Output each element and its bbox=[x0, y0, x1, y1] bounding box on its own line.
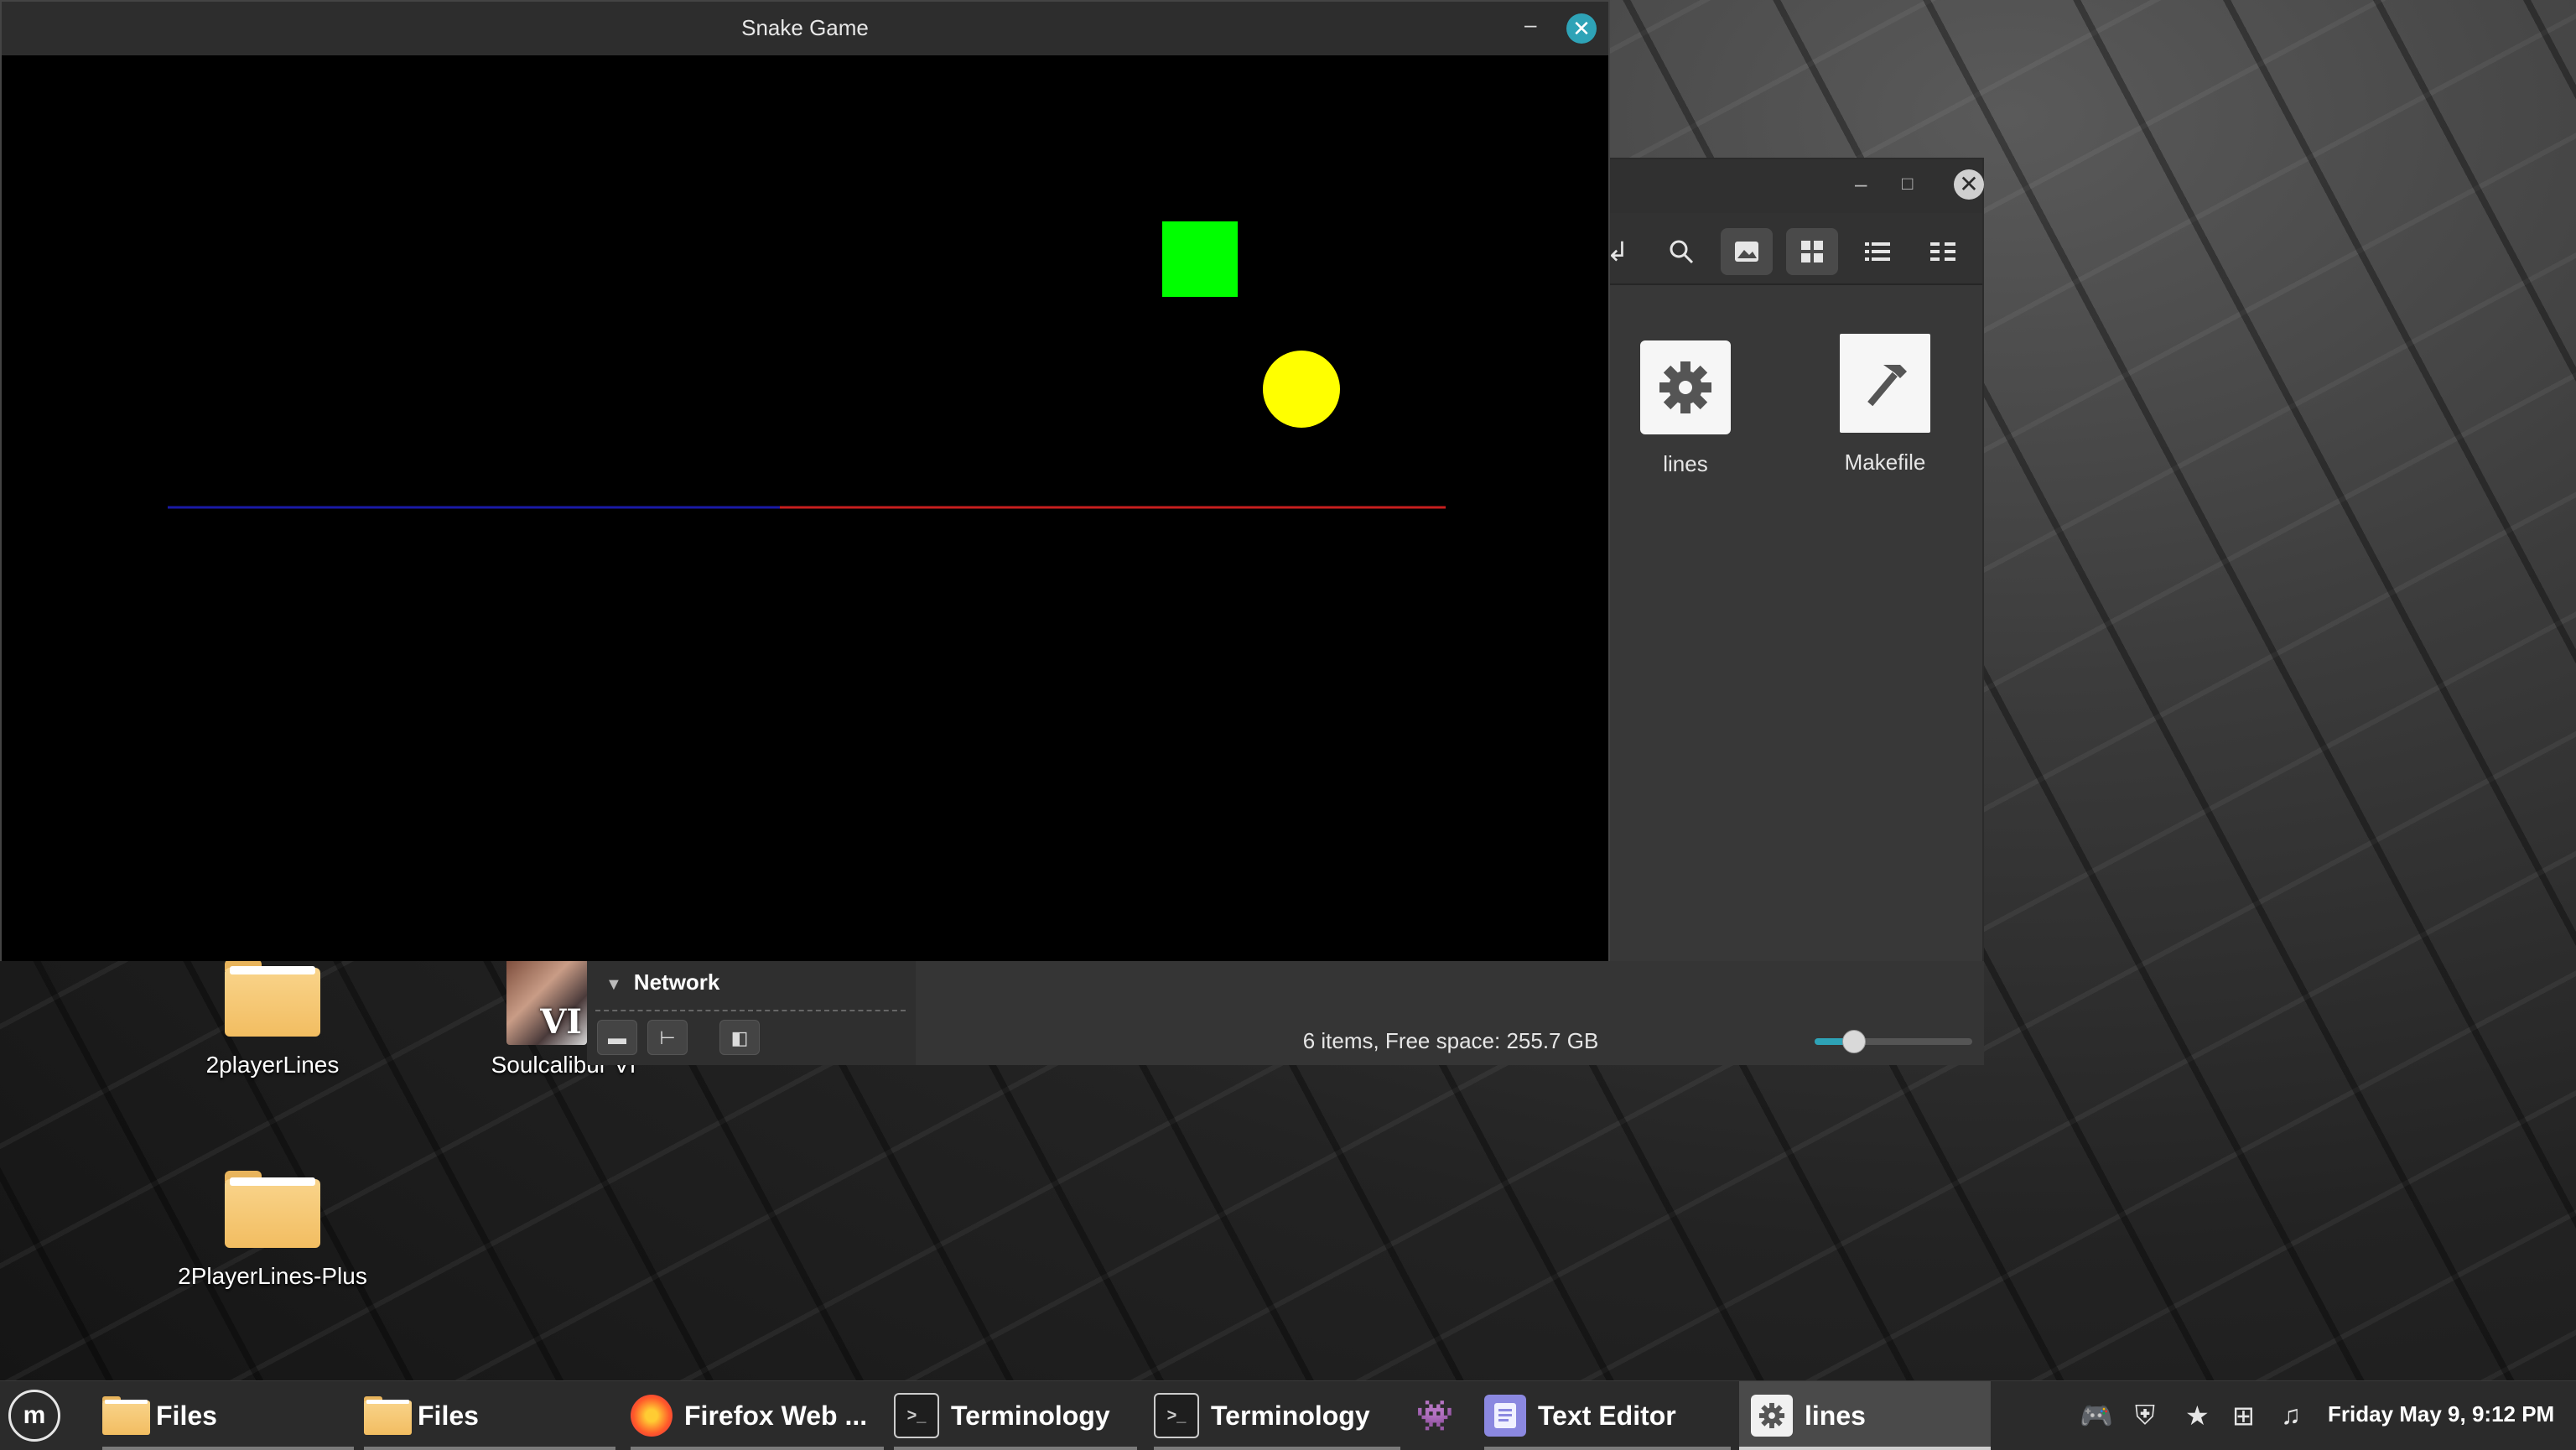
zoom-slider-handle[interactable] bbox=[1842, 1030, 1866, 1053]
folder-icon bbox=[225, 1171, 320, 1248]
taskbar-item-lines[interactable]: lines bbox=[1739, 1381, 1991, 1450]
network-icon[interactable]: ⊞ bbox=[2232, 1400, 2255, 1432]
expander-icon[interactable]: ▼ bbox=[605, 975, 622, 995]
folder-icon bbox=[102, 1395, 150, 1437]
file-view[interactable]: lines Makefile bbox=[1603, 285, 1982, 1006]
food-square bbox=[1162, 221, 1238, 297]
file-manager-close-button[interactable]: ✕ bbox=[1954, 169, 1984, 200]
snake-game-titlebar[interactable]: Snake Game – ✕ bbox=[2, 2, 1608, 55]
sidebar-item-label: Network bbox=[633, 969, 720, 995]
window-title: Snake Game bbox=[741, 15, 869, 40]
grid-view-icon[interactable] bbox=[1786, 228, 1838, 275]
snake-game-window: Snake Game – ✕ bbox=[0, 0, 1610, 961]
list-view-icon[interactable] bbox=[1852, 228, 1903, 275]
star-icon[interactable]: ★ bbox=[2185, 1400, 2210, 1432]
player-circle bbox=[1263, 351, 1340, 428]
gear-icon bbox=[1640, 340, 1731, 434]
taskbar-item-files-2[interactable]: Files bbox=[364, 1381, 615, 1450]
folder-icon bbox=[225, 959, 320, 1037]
text-editor-icon bbox=[1484, 1395, 1526, 1437]
taskbar-item-firefox[interactable]: Firefox Web ... bbox=[631, 1381, 884, 1450]
terminal-icon: >_ bbox=[1154, 1393, 1199, 1438]
taskbar-item-game[interactable]: 👾 bbox=[1414, 1381, 1467, 1450]
folder-icon bbox=[364, 1395, 412, 1437]
sidebar-item-network[interactable]: ▼ Network bbox=[605, 969, 719, 995]
desktop-icon-label: 2PlayerLines-Plus bbox=[178, 1263, 367, 1289]
taskbar-item-terminology-2[interactable]: >_ Terminology bbox=[1154, 1381, 1400, 1450]
game-controller-icon: 👾 bbox=[1415, 1398, 1454, 1432]
toggle-sidebar-button[interactable]: ◧ bbox=[719, 1020, 760, 1055]
places-button[interactable]: ▬ bbox=[597, 1020, 637, 1055]
firefox-icon bbox=[631, 1395, 673, 1437]
file-manager-window: – □ ↲ lines Makefile bbox=[1602, 158, 1984, 1065]
maximize-icon[interactable]: □ bbox=[1902, 171, 1913, 196]
search-icon[interactable] bbox=[1655, 228, 1707, 275]
file-manager-lower-area: ▼ Network ▬ ⊢ ◧ 6 items, Free space: 255.… bbox=[587, 961, 1984, 1065]
hammer-icon bbox=[1840, 334, 1930, 433]
file-manager-toolbar: ↲ bbox=[1603, 213, 1982, 285]
divider bbox=[595, 1010, 906, 1011]
taskbar-item-label: lines bbox=[1805, 1400, 1866, 1431]
image-icon[interactable] bbox=[1721, 228, 1773, 275]
taskbar-item-text-editor[interactable]: Text Editor bbox=[1484, 1381, 1731, 1450]
music-icon[interactable]: ♫ bbox=[2281, 1400, 2301, 1431]
soulcalibur-icon[interactable]: VI bbox=[506, 958, 587, 1045]
file-label: Makefile bbox=[1844, 450, 1926, 475]
file-label: lines bbox=[1663, 451, 1708, 476]
terminal-icon: >_ bbox=[894, 1393, 939, 1438]
clock[interactable]: Friday May 9, 9:12 PM bbox=[2328, 1401, 2554, 1427]
game-canvas[interactable] bbox=[2, 55, 1608, 961]
taskbar-item-terminology[interactable]: >_ Terminology bbox=[894, 1381, 1137, 1450]
minimize-icon[interactable]: – bbox=[1524, 12, 1536, 38]
taskbar-item-label: Text Editor bbox=[1538, 1400, 1676, 1431]
file-item-makefile[interactable]: Makefile bbox=[1793, 334, 1977, 476]
taskbar: m Files Files Firefox Web ... >_ Termino… bbox=[0, 1380, 2576, 1450]
file-manager-titlebar[interactable]: – □ bbox=[1603, 159, 1982, 213]
taskbar-item-files[interactable]: Files bbox=[102, 1381, 354, 1450]
close-icon[interactable]: ✕ bbox=[1566, 13, 1597, 44]
desktop-folder-2playerlines-plus[interactable]: 2PlayerLines-Plus bbox=[172, 1171, 373, 1290]
shield-icon[interactable]: ⛨ bbox=[2135, 1400, 2155, 1432]
gear-icon bbox=[1751, 1395, 1793, 1437]
compact-view-icon[interactable] bbox=[1917, 228, 1969, 275]
taskbar-item-label: Terminology bbox=[1211, 1400, 1370, 1431]
taskbar-item-label: Files bbox=[418, 1400, 479, 1431]
desktop-folder-2playerlines[interactable]: 2playerLines bbox=[172, 959, 373, 1078]
file-item-lines[interactable]: lines bbox=[1593, 340, 1778, 477]
start-menu-button[interactable]: m bbox=[8, 1390, 60, 1442]
discord-icon[interactable]: 🎮 bbox=[2080, 1400, 2113, 1432]
minimize-icon[interactable]: – bbox=[1855, 171, 1867, 196]
status-bar-text: 6 items, Free space: 255.7 GB bbox=[1302, 1028, 1599, 1053]
tree-view-button[interactable]: ⊢ bbox=[647, 1020, 688, 1055]
taskbar-item-label: Firefox Web ... bbox=[684, 1400, 868, 1431]
zoom-slider[interactable] bbox=[1815, 1030, 1972, 1053]
desktop-icon-label: 2playerLines bbox=[205, 1052, 340, 1078]
taskbar-item-label: Terminology bbox=[951, 1400, 1110, 1431]
taskbar-item-label: Files bbox=[156, 1400, 217, 1431]
file-manager-sidebar: ▼ Network ▬ ⊢ ◧ bbox=[587, 961, 916, 1065]
